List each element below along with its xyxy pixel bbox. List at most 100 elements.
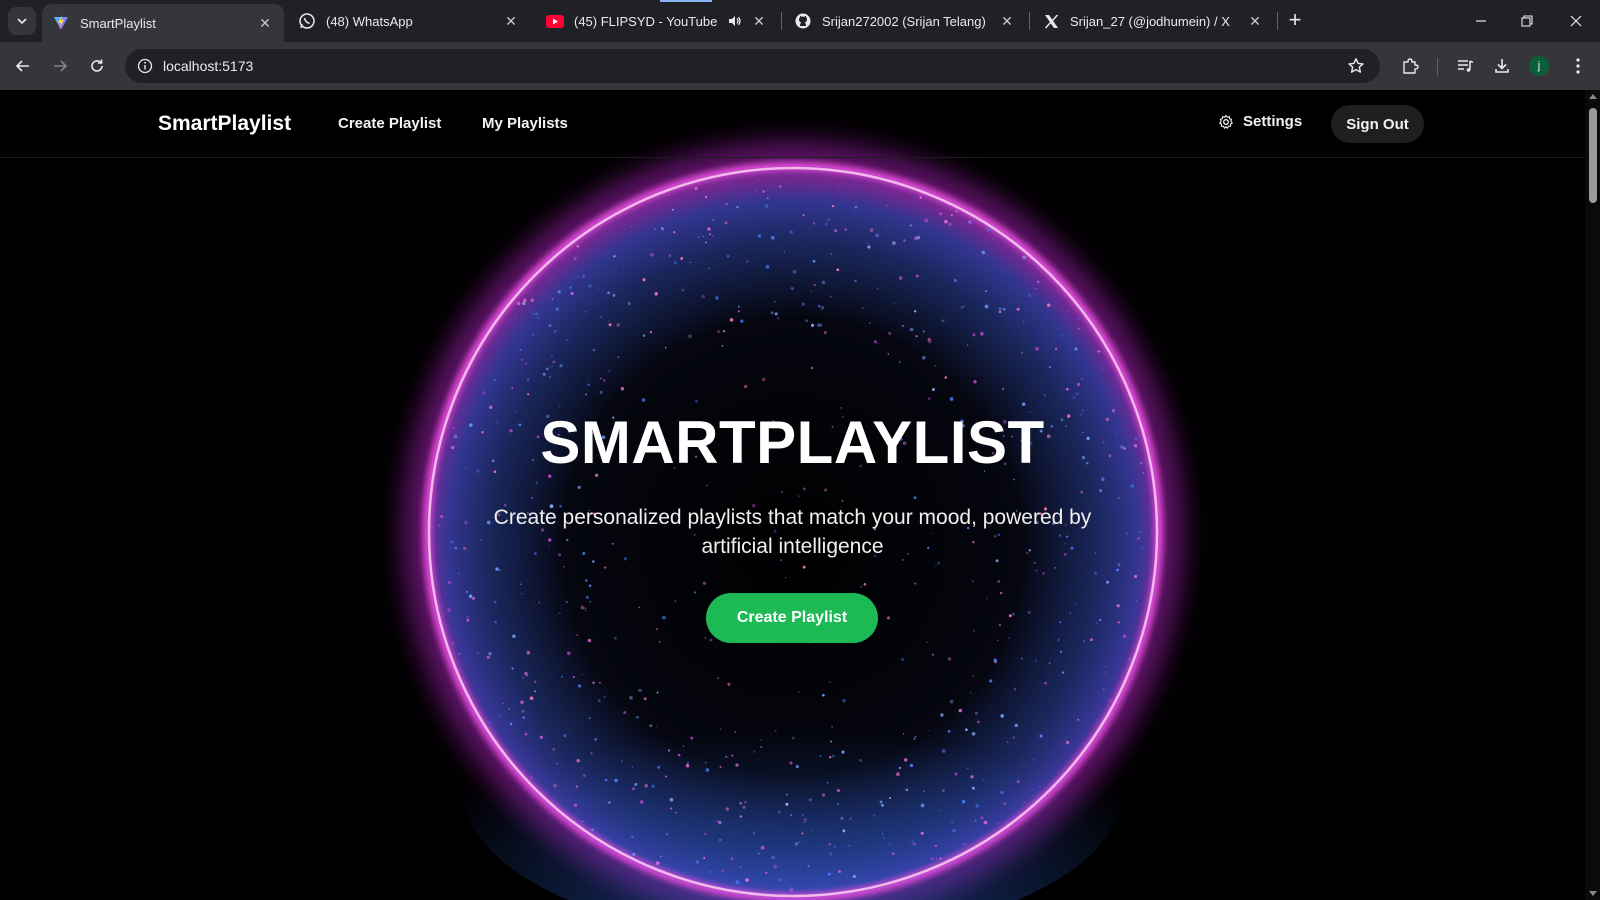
particle-dot	[789, 230, 793, 234]
tab-youtube[interactable]: (45) FLIPSYD - YouTube ✕	[536, 4, 778, 38]
particle-dot	[582, 774, 586, 778]
tab-search-button[interactable]	[8, 7, 36, 35]
scroll-down-arrow-icon[interactable]	[1589, 891, 1597, 896]
particle-dot	[1022, 320, 1025, 323]
particle-dot	[804, 818, 807, 821]
particle-dot	[654, 292, 658, 296]
sign-out-button[interactable]: Sign Out	[1331, 105, 1424, 143]
particle-dot	[1039, 734, 1043, 738]
particle-dot	[1138, 531, 1141, 534]
particle-dot	[649, 724, 653, 728]
particle-dot	[887, 353, 890, 355]
tab-smartplaylist[interactable]: SmartPlaylist ✕	[42, 4, 284, 42]
particle-dot	[797, 691, 801, 694]
create-playlist-cta-button[interactable]: Create Playlist	[706, 593, 878, 643]
particle-dot	[1135, 599, 1138, 602]
particle-dot	[1128, 658, 1131, 660]
tab-x[interactable]: Srijan_27 (@jodhumein) / X ✕	[1032, 4, 1274, 38]
particle-dot	[1013, 478, 1015, 481]
profile-avatar[interactable]: j	[1529, 56, 1549, 76]
particle-dot	[690, 736, 694, 740]
particle-dot	[735, 880, 740, 885]
particle-dot	[670, 807, 673, 810]
particle-dot	[549, 375, 552, 378]
particle-dot	[578, 684, 582, 688]
new-tab-button[interactable]: +	[1283, 9, 1307, 33]
downloads-button[interactable]	[1490, 54, 1514, 78]
particle-dot	[974, 819, 977, 822]
particle-dot	[534, 690, 536, 693]
particle-dot	[789, 761, 793, 765]
extensions-button[interactable]	[1398, 54, 1422, 78]
particle-dot	[954, 772, 958, 776]
particle-dot	[620, 387, 625, 391]
particle-dot	[828, 852, 833, 856]
particle-dot	[867, 242, 870, 245]
particle-dot	[811, 830, 814, 833]
media-controls-button[interactable]	[1453, 54, 1477, 78]
speaker-icon[interactable]	[726, 12, 744, 30]
site-info-icon[interactable]	[135, 56, 155, 76]
particle-dot	[725, 807, 729, 811]
back-button[interactable]	[10, 53, 36, 79]
url-text[interactable]: localhost:5173	[163, 58, 253, 74]
close-icon[interactable]: ✕	[750, 12, 768, 30]
scroll-up-arrow-icon[interactable]	[1589, 94, 1597, 99]
bookmark-star-icon[interactable]	[1346, 56, 1366, 76]
minimize-button[interactable]	[1469, 10, 1493, 32]
particle-dot	[833, 846, 836, 848]
particle-dot	[588, 284, 592, 288]
particle-dot	[812, 222, 816, 225]
particle-dot	[883, 837, 885, 839]
particle-dot	[702, 235, 704, 237]
particle-dot	[902, 325, 904, 327]
particle-dot	[1075, 602, 1077, 605]
particle-dot	[790, 886, 794, 890]
reload-button[interactable]	[84, 53, 110, 79]
nav-create-playlist[interactable]: Create Playlist	[338, 115, 441, 132]
particle-dot	[950, 214, 953, 217]
page-scrollbar[interactable]	[1585, 90, 1600, 900]
particle-dot	[854, 205, 858, 209]
particle-dot	[986, 227, 990, 232]
nav-my-playlists[interactable]: My Playlists	[482, 115, 568, 132]
particle-dot	[603, 696, 606, 698]
tab-whatsapp[interactable]: (48) WhatsApp ✕	[288, 4, 530, 38]
particle-dot	[450, 540, 454, 544]
particle-dot	[922, 330, 925, 333]
window-close-button[interactable]	[1564, 10, 1588, 32]
particle-dot	[764, 204, 769, 208]
particle-dot	[836, 803, 839, 806]
particle-dot	[701, 294, 706, 299]
particle-dot	[842, 829, 846, 833]
particle-dot	[873, 814, 876, 817]
particle-dot	[801, 832, 804, 835]
particle-dot	[677, 753, 681, 757]
scrollbar-thumb[interactable]	[1589, 108, 1597, 203]
tab-separator	[781, 12, 782, 30]
close-icon[interactable]: ✕	[1246, 12, 1264, 30]
restore-button[interactable]	[1515, 10, 1539, 32]
particle-dot	[822, 693, 825, 697]
particle-dot	[997, 639, 999, 642]
browser-menu-button[interactable]	[1566, 54, 1590, 78]
address-bar[interactable]: localhost:5173	[125, 49, 1380, 83]
particle-dot	[860, 585, 863, 588]
particle-dot	[569, 286, 572, 289]
particle-dot	[664, 347, 667, 349]
particle-dot	[765, 264, 770, 269]
tab-github[interactable]: Srijan272002 (Srijan Telang) ✕	[784, 4, 1026, 38]
forward-button[interactable]	[47, 53, 73, 79]
particle-dot	[665, 775, 668, 778]
particle-dot	[803, 820, 807, 824]
particle-dot	[604, 566, 607, 569]
close-icon[interactable]: ✕	[998, 12, 1016, 30]
arrow-left-icon	[15, 60, 29, 72]
close-icon[interactable]: ✕	[256, 14, 274, 32]
settings-link[interactable]: Settings	[1218, 113, 1302, 130]
brand-logo[interactable]: SmartPlaylist	[158, 112, 291, 136]
close-icon[interactable]: ✕	[502, 12, 520, 30]
particle-dot	[801, 814, 804, 816]
particle-dot	[760, 845, 765, 850]
particle-dot	[1002, 388, 1005, 390]
